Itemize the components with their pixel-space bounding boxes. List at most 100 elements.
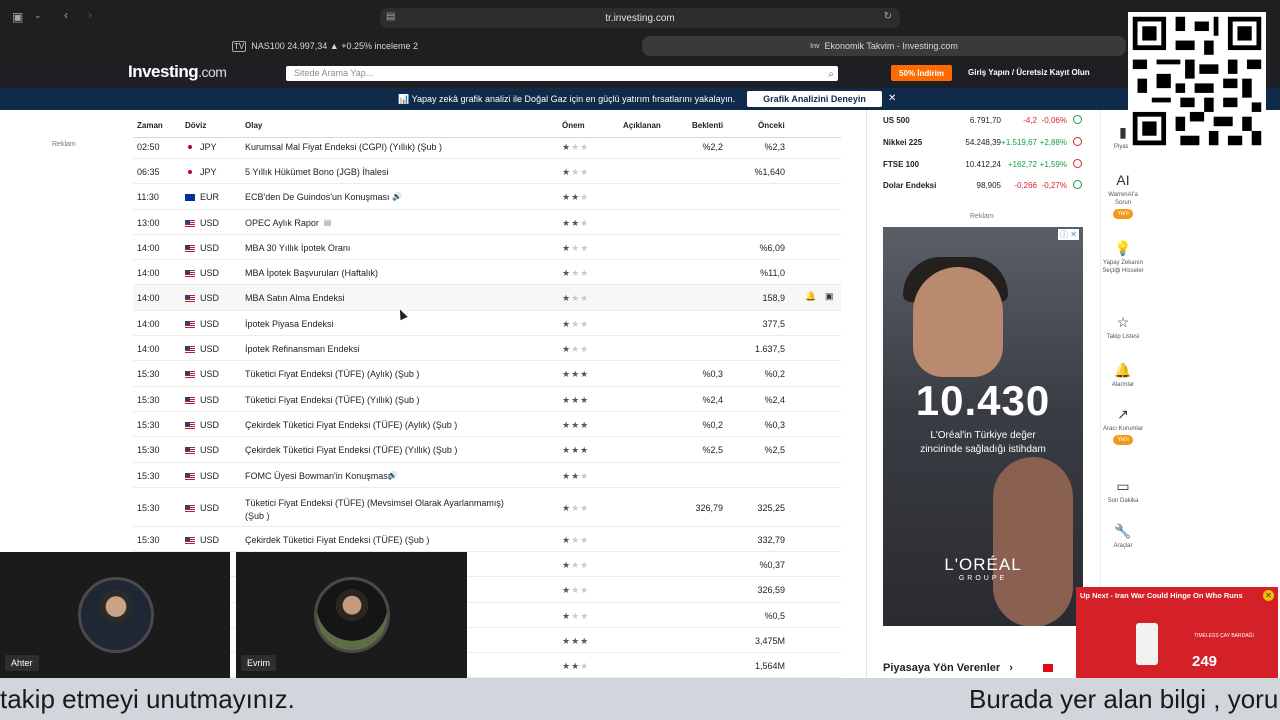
table-row[interactable]: 06:35 JPY 5 Yıllık Hükümet Bono (JGB) İhal… <box>133 159 841 184</box>
market-clock-icon <box>1073 159 1082 168</box>
event-name[interactable]: MBA 30 Yıllık İpotek Oranı <box>245 243 350 253</box>
event-previous: %0,37 <box>759 560 785 570</box>
tab-economic-calendar[interactable]: Inv Ekonomik Takvim - Investing.com <box>642 36 1126 56</box>
event-name[interactable]: İpotek Piyasa Endeksi <box>245 319 334 329</box>
table-row[interactable]: 14:00 USD MBA Satın Alma Endeksi ★★★ 158,9 🔔 ▣ <box>133 285 841 311</box>
investing-logo[interactable]: Investing.com <box>128 62 227 82</box>
event-name[interactable]: Tüketici Fiyat Endeksi (TÜFE) (Aylık) (Ş… <box>245 369 419 379</box>
importance-stars: ★★★ <box>562 420 589 431</box>
col-previous[interactable]: Önceki <box>758 121 785 130</box>
col-importance[interactable]: Önem <box>562 121 585 130</box>
speaker-icon[interactable]: 🔊 <box>388 471 398 480</box>
col-event[interactable]: Olay <box>245 121 262 130</box>
col-time[interactable]: Zaman <box>137 121 163 130</box>
table-row[interactable]: 14:00 USD MBA İpotek Başvuruları (Haftalık… <box>133 260 841 285</box>
table-row[interactable]: 15:30 USD FOMC Üyesi Bowman'in Konuşması 🔊 ★… <box>133 463 841 488</box>
market-row[interactable]: FTSE 100 10.412,24 +162,72 +1,59% <box>883 155 1083 177</box>
star-filled-icon: ★ <box>562 243 572 253</box>
table-row[interactable]: 02:50 JPY Kurumsal Mal Fiyat Endeksi (CGPI… <box>133 134 841 159</box>
address-bar[interactable]: tr.investing.com ▤ ↻ <box>380 8 900 28</box>
event-name[interactable]: Çekirdek Tüketici Fiyat Endeksi (TÜFE) (… <box>245 420 457 430</box>
search-icon[interactable]: ⌕ <box>828 67 834 82</box>
flag-jp-icon <box>185 144 195 151</box>
up-next-video[interactable]: Up Next - Iran War Could Hinge On Who Ru… <box>1076 587 1278 678</box>
market-row[interactable]: Dolar Endeksi 98,905 -0,266 -0,27% <box>883 176 1083 198</box>
event-name[interactable]: FOMC Üyesi Bowman'in Konuşması <box>245 471 390 481</box>
promo-cta-button[interactable]: Grafik Analizini Deneyin <box>747 91 882 107</box>
table-row[interactable]: 15:30 USD Çekirdek Tüketici Fiyat Endeksi … <box>133 412 841 437</box>
event-name[interactable]: Çekirdek Tüketici Fiyat Endeksi (TÜFE) (… <box>245 445 457 455</box>
search-input[interactable]: Sitede Arama Yap... ⌕ <box>286 66 838 81</box>
ad-info-icon[interactable]: ⓘ ✕ <box>1058 229 1079 240</box>
importance-stars: ★★★ <box>562 661 589 672</box>
event-name[interactable]: ECB'den De Guindos'un Konuşması <box>245 192 390 202</box>
star-filled-icon: ★ <box>562 503 572 513</box>
event-name[interactable]: 5 Yıllık Hükümet Bono (JGB) İhalesi <box>245 167 388 177</box>
event-name[interactable]: Tüketici Fiyat Endeksi (TÜFE) (Yıllık) (… <box>245 395 420 405</box>
table-row[interactable]: 15:30 USD Tüketici Fiyat Endeksi (TÜFE) (A… <box>133 361 841 387</box>
sidebar-item[interactable]: ☆ Takip Listesi <box>1100 314 1146 341</box>
new-badge: Yeni <box>1113 435 1133 445</box>
tab-nas100[interactable]: TV NAS100 24.997,34 ▲ +0.25% inceleme 2 <box>200 36 450 56</box>
col-actual[interactable]: Açıklanan <box>623 121 661 130</box>
reload-icon[interactable]: ↻ <box>884 11 892 22</box>
sidebar-item[interactable]: 🔧 Araçlar <box>1100 523 1146 550</box>
sidebar-item[interactable]: ↗ Aracı Kurumlar Yeni <box>1100 406 1146 445</box>
col-currency[interactable]: Döviz <box>185 121 206 130</box>
event-currency: USD <box>200 218 220 228</box>
event-name[interactable]: MBA Satın Alma Endeksi <box>245 293 345 303</box>
event-name[interactable]: Çekirdek Tüketici Fiyat Endeksi (TÜFE) (… <box>245 535 429 545</box>
table-row[interactable]: 14:00 USD MBA 30 Yıllık İpotek Oranı ★★★ %6,… <box>133 235 841 260</box>
star-filled-icon: ★ <box>562 218 572 228</box>
up-next-brand: TIMELESS ÇAY BARDAĞI <box>1194 633 1254 639</box>
alert-add-icon[interactable]: 🔔 <box>805 291 816 302</box>
tab-label: NAS100 24.997,34 ▲ +0.25% inceleme 2 <box>251 41 418 51</box>
close-icon[interactable]: ✕ <box>888 93 896 104</box>
event-name[interactable]: Tüketici Fiyat Endeksi (TÜFE) (Mevsimsel… <box>245 497 505 523</box>
event-name[interactable]: İpotek Refinansman Endeksi <box>245 344 360 354</box>
event-previous: 3,475M <box>754 636 785 646</box>
sidebar-icon: ▭ <box>1116 478 1130 494</box>
chevron-down-icon[interactable]: ⌄ <box>34 10 42 21</box>
sidebar-item-label: WarrenAI'a Sorun <box>1108 192 1138 206</box>
flag-tr-icon[interactable] <box>1043 664 1053 672</box>
back-icon[interactable]: ‹ <box>64 8 68 22</box>
table-row[interactable]: 14:00 USD İpotek Piyasa Endeksi ★★★ 377,5 <box>133 311 841 336</box>
col-forecast[interactable]: Beklenti <box>692 121 723 130</box>
loreal-ad[interactable]: ⓘ ✕ 10.430 L'Oréal'in Türkiye değer zinc… <box>883 227 1083 626</box>
sidebar-icon: 🔔 <box>1114 362 1132 378</box>
event-currency: USD <box>200 344 220 354</box>
sidebar-item[interactable]: AI WarrenAI'a Sorun Yeni <box>1100 172 1146 219</box>
forward-icon[interactable]: › <box>88 8 92 22</box>
star-empty-icon: ★ <box>580 167 590 177</box>
login-register-link[interactable]: Giriş Yapın / Ücretsiz Kayıt Olun <box>968 68 1090 77</box>
star-empty-icon: ★ <box>580 192 590 202</box>
table-row[interactable]: 14:00 USD İpotek Refinansman Endeksi ★★★ 1.6… <box>133 336 841 361</box>
sidebar-item[interactable]: ▭ Son Dakika <box>1100 478 1146 505</box>
table-row[interactable]: 15:30 USD Çekirdek Tüketici Fiyat Endeksi … <box>133 437 841 463</box>
table-row[interactable]: 15:30 USD Çekirdek Tüketici Fiyat Endeksi … <box>133 527 841 552</box>
speaker-icon[interactable]: 🔊 <box>392 192 402 201</box>
discount-button[interactable]: 50% İndirim <box>891 65 952 81</box>
subtitle-text-left: takip etmeyi unutmayınız. <box>0 684 295 714</box>
close-icon[interactable]: ✕ <box>1263 590 1274 601</box>
event-name[interactable]: OPEC Aylık Rapor <box>245 218 319 228</box>
star-empty-icon: ★ <box>580 503 590 513</box>
report-icon[interactable]: ▤ <box>324 218 332 227</box>
market-row[interactable]: Nikkei 225 54.248,39 +1.519,67 +2,88% <box>883 133 1083 155</box>
table-row[interactable]: 15:30 USD Tüketici Fiyat Endeksi (TÜFE) (Y… <box>133 387 841 412</box>
chevron-right-icon: › <box>1009 662 1013 674</box>
table-row[interactable]: 11:30 EUR ECB'den De Guindos'un Konuşması 🔊… <box>133 184 841 210</box>
table-row[interactable]: 13:00 USD OPEC Aylık Rapor ▤ ★★★ <box>133 210 841 235</box>
event-name[interactable]: MBA İpotek Başvuruları (Haftalık) <box>245 268 378 278</box>
event-name[interactable]: Kurumsal Mal Fiyat Endeksi (CGPI) (Yıllı… <box>245 142 442 152</box>
sidebar-item[interactable]: 💡 Yapay Zekanın Seçtiği Hisseler <box>1100 240 1146 275</box>
browser-toolbar: ▣ ⌄ ‹ › tr.investing.com ▤ ↻ <box>0 0 1280 34</box>
ai-chart-icon[interactable]: ▣ <box>825 291 834 302</box>
table-row[interactable]: 15:30 USD Tüketici Fiyat Endeksi (TÜFE) (M… <box>133 488 841 527</box>
market-movers-title[interactable]: Piyasaya Yön Verenler › <box>883 662 1053 674</box>
market-row[interactable]: US 500 6.791,70 -4,2 -0,06% <box>883 111 1083 133</box>
sidebar-item[interactable]: 🔔 Alarmlar <box>1100 362 1146 389</box>
sidebar-toggle-icon[interactable]: ▣ <box>12 10 23 24</box>
sidebar-item-label: Yapay Zekanın Seçtiği Hisseler <box>1102 260 1144 274</box>
